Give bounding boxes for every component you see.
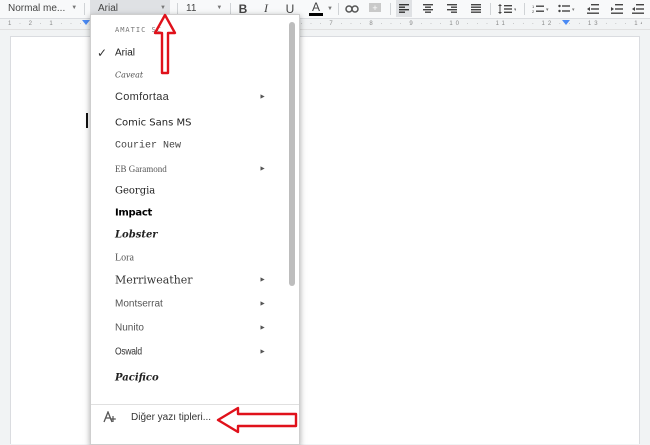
font-option-label: Arial xyxy=(115,47,136,59)
submenu-arrow-icon: ► xyxy=(259,348,266,356)
submenu-arrow-icon: ► xyxy=(259,300,266,308)
font-option-label: Nunito xyxy=(115,322,144,334)
align-left-icon[interactable] xyxy=(396,0,412,17)
font-option-label: Comfortaa xyxy=(115,91,170,103)
chevron-down-icon: ▼ xyxy=(71,5,78,11)
font-option-arial[interactable]: ✓ Arial xyxy=(91,42,286,64)
menu-divider xyxy=(91,404,299,405)
svg-text:▾: ▾ xyxy=(546,7,549,13)
bulleted-list-icon[interactable]: ▾ xyxy=(556,0,578,17)
svg-text:▾: ▾ xyxy=(514,7,516,13)
font-option-label: Courier New xyxy=(115,140,182,152)
submenu-arrow-icon: ► xyxy=(259,324,266,332)
text-color-label: A xyxy=(311,0,320,14)
font-option-label: Lobster xyxy=(115,229,158,241)
font-option-label: Lora xyxy=(115,252,134,264)
checkmark-icon: ✓ xyxy=(97,46,108,60)
font-option-label: Georgia xyxy=(115,185,156,197)
font-option-eb-garamond[interactable]: EB Garamond ► xyxy=(91,158,286,180)
submenu-arrow-icon: ► xyxy=(259,276,266,284)
decrease-indent-icon[interactable] xyxy=(584,0,602,17)
more-fonts-button[interactable]: Diğer yazı tipleri... xyxy=(91,408,299,430)
font-option-label: Oswald xyxy=(115,346,142,358)
font-size-label: 11 xyxy=(186,3,197,15)
font-option-label: Merriweather xyxy=(115,273,193,287)
font-option-label: EB Garamond xyxy=(115,164,167,174)
numbered-list-icon[interactable]: 1 2 ▾ xyxy=(530,0,552,17)
font-add-icon xyxy=(103,410,117,426)
font-option-georgia[interactable]: Georgia xyxy=(91,180,286,202)
increase-indent-icon[interactable] xyxy=(608,0,626,17)
indent-marker-icon[interactable] xyxy=(82,20,90,28)
align-right-icon[interactable] xyxy=(444,0,460,17)
font-option-label: Montserrat xyxy=(115,298,163,310)
submenu-arrow-icon: ► xyxy=(259,165,266,173)
font-option-oswald[interactable]: Oswald ► xyxy=(91,341,286,363)
comment-icon[interactable]: + xyxy=(368,0,382,17)
toolbar-divider xyxy=(524,3,525,15)
font-option-label: Pacifico xyxy=(115,372,159,384)
chevron-down-icon: ▼ xyxy=(160,5,166,11)
font-option-label: Impact xyxy=(115,207,152,219)
color-swatch xyxy=(309,12,323,16)
right-indent-marker-icon[interactable] xyxy=(562,20,570,28)
toolbar-divider xyxy=(390,3,391,15)
submenu-arrow-icon: ► xyxy=(259,93,266,101)
font-option-comic-sans[interactable]: Comic Sans MS xyxy=(91,112,286,134)
font-option-label: Caveat xyxy=(115,70,144,80)
svg-text:2: 2 xyxy=(532,9,535,14)
font-option-label: Comic Sans MS xyxy=(115,117,192,129)
font-family-menu: AMATIC SC ✓ Arial Caveat Comfortaa ► Com… xyxy=(90,14,300,445)
font-option-label: AMATIC SC xyxy=(115,26,162,34)
font-family-label: Arial xyxy=(98,3,119,15)
outdent-icon[interactable] xyxy=(630,0,646,17)
line-spacing-icon[interactable]: ▾ xyxy=(496,0,518,17)
paragraph-style-label: Normal me... xyxy=(8,3,66,15)
text-cursor xyxy=(86,113,88,128)
paragraph-style-dropdown[interactable]: Normal me... ▼ xyxy=(8,0,80,17)
font-option-impact[interactable]: Impact xyxy=(91,202,286,224)
menu-scrollbar[interactable] xyxy=(289,22,295,286)
toolbar-divider xyxy=(338,3,339,15)
align-justify-icon[interactable] xyxy=(468,0,484,17)
more-fonts-label: Diğer yazı tipleri... xyxy=(131,412,212,423)
font-option-merriweather[interactable]: Merriweather ► xyxy=(91,269,286,291)
link-icon[interactable] xyxy=(344,0,360,17)
font-option-lobster[interactable]: Lobster xyxy=(91,224,286,246)
toolbar-divider xyxy=(84,3,85,15)
font-option-nunito[interactable]: Nunito ► xyxy=(91,317,286,339)
font-option-pacifico[interactable]: Pacifico xyxy=(91,367,286,389)
font-option-amatic-sc[interactable]: AMATIC SC xyxy=(91,19,286,41)
font-option-comfortaa[interactable]: Comfortaa ► xyxy=(91,86,286,108)
chevron-down-icon[interactable]: ▼ xyxy=(326,0,334,17)
text-color-button[interactable]: A xyxy=(307,0,325,17)
font-option-caveat[interactable]: Caveat xyxy=(91,64,286,86)
svg-text:▾: ▾ xyxy=(572,7,575,13)
font-option-lora[interactable]: Lora xyxy=(91,247,286,269)
font-option-courier-new[interactable]: Courier New xyxy=(91,135,286,157)
align-center-icon[interactable] xyxy=(420,0,436,17)
chevron-down-icon: ▼ xyxy=(216,5,223,11)
toolbar-divider xyxy=(490,3,491,15)
svg-text:+: + xyxy=(372,3,377,13)
font-option-montserrat[interactable]: Montserrat ► xyxy=(91,293,286,315)
